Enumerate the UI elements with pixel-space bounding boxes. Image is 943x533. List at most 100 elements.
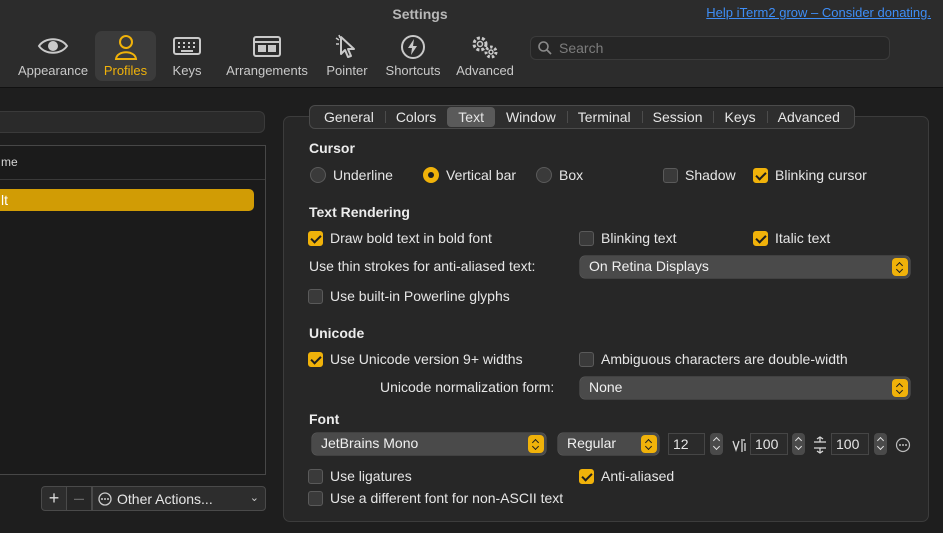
ligatures-label: Use ligatures xyxy=(330,468,412,484)
cursor-shadow-checkbox[interactable] xyxy=(663,168,678,183)
cursor-underline-label: Underline xyxy=(333,167,393,183)
profile-filter-input[interactable] xyxy=(0,111,265,133)
toolbar-item-shortcuts[interactable]: Shortcuts xyxy=(381,31,445,81)
normalization-select[interactable]: None xyxy=(580,377,910,399)
tab-text[interactable]: Text xyxy=(447,107,495,127)
blinking-text-checkbox[interactable] xyxy=(579,231,594,246)
profile-row-selected[interactable]: lt xyxy=(0,189,254,211)
select-arrows-icon xyxy=(892,258,908,276)
settings-window: Settings Help iTerm2 grow – Consider don… xyxy=(0,0,943,533)
toolbar-item-keys[interactable]: Keys xyxy=(162,31,212,81)
ambiguous-width-checkbox[interactable] xyxy=(579,352,594,367)
non-ascii-font-label: Use a different font for non-ASCII text xyxy=(330,490,564,506)
blinking-text-label: Blinking text xyxy=(601,230,677,246)
tab-session[interactable]: Session xyxy=(641,107,714,127)
eye-icon xyxy=(14,34,92,60)
anti-aliased-label: Anti-aliased xyxy=(601,468,675,484)
tab-window[interactable]: Window xyxy=(495,107,567,127)
donate-link[interactable]: Help iTerm2 grow – Consider donating. xyxy=(706,5,931,20)
cursor-underline-radio[interactable] xyxy=(310,167,326,183)
select-arrows-icon xyxy=(528,435,544,453)
normalization-value: None xyxy=(589,379,623,395)
cursor-vertical-bar-label: Vertical bar xyxy=(446,167,517,183)
font-size-value: 12 xyxy=(673,436,689,452)
powerline-glyphs-checkbox[interactable] xyxy=(308,289,323,304)
search-icon xyxy=(538,41,552,58)
anti-aliased-checkbox[interactable] xyxy=(579,469,594,484)
cursor-section-title: Cursor xyxy=(309,140,355,156)
unicode-version9-checkbox[interactable] xyxy=(308,352,323,367)
font-style-value: Regular xyxy=(567,435,617,451)
horizontal-spacing-value: 100 xyxy=(755,436,779,452)
powerline-glyphs-label: Use built-in Powerline glyphs xyxy=(330,288,510,304)
more-icon xyxy=(98,492,112,509)
tab-general[interactable]: General xyxy=(313,107,385,127)
more-options-icon[interactable] xyxy=(895,437,911,456)
italic-text-checkbox[interactable] xyxy=(753,231,768,246)
toolbar-label: Appearance xyxy=(17,63,89,78)
vertical-spacing-icon xyxy=(813,436,827,457)
tab-colors[interactable]: Colors xyxy=(384,107,447,127)
add-profile-button[interactable]: + xyxy=(41,486,67,511)
toolbar-label: Keys xyxy=(172,63,202,78)
windows-icon xyxy=(222,34,312,60)
toolbar-item-partial[interactable]: l xyxy=(0,31,4,81)
bold-font-checkbox[interactable] xyxy=(308,231,323,246)
cursor-vertical-bar-radio[interactable] xyxy=(423,167,439,183)
other-actions-label: Other Actions... xyxy=(117,491,213,507)
font-section-title: Font xyxy=(309,411,340,427)
thin-strokes-select[interactable]: On Retina Displays xyxy=(580,256,910,278)
toolbar-item-advanced[interactable]: Advanced xyxy=(452,31,518,81)
horizontal-spacing-field[interactable]: 100 xyxy=(750,433,788,455)
tab-terminal[interactable]: Terminal xyxy=(566,107,642,127)
bolt-icon xyxy=(381,34,445,60)
font-family-value: JetBrains Mono xyxy=(321,435,419,451)
thin-strokes-label: Use thin strokes for anti-aliased text: xyxy=(309,258,536,274)
vertical-spacing-stepper[interactable] xyxy=(874,433,887,455)
keyboard-icon xyxy=(162,34,212,60)
other-actions-button[interactable]: Other Actions... ⌄ xyxy=(92,486,266,511)
profile-tabs: General Colors Text Window Terminal Sess… xyxy=(309,105,855,129)
toolbar-label: Pointer xyxy=(326,63,368,78)
toolbar-item-profiles[interactable]: Profiles xyxy=(95,31,156,81)
unicode-version9-label: Use Unicode version 9+ widths xyxy=(330,351,523,367)
toolbar-label: Profiles xyxy=(103,63,148,78)
tab-keys[interactable]: Keys xyxy=(713,107,766,127)
bold-font-label: Draw bold text in bold font xyxy=(330,230,492,246)
horizontal-spacing-stepper[interactable] xyxy=(792,433,805,455)
select-arrows-icon xyxy=(892,379,908,397)
settings-search[interactable] xyxy=(530,36,890,60)
toolbar-item-appearance[interactable]: Appearance xyxy=(14,31,92,81)
font-size-field[interactable]: 12 xyxy=(668,433,705,455)
text-rendering-section-title: Text Rendering xyxy=(309,204,410,220)
toolbar-label: Shortcuts xyxy=(385,63,441,78)
normalization-label: Unicode normalization form: xyxy=(380,379,555,395)
select-arrows-icon xyxy=(641,435,657,453)
font-family-select[interactable]: JetBrains Mono xyxy=(312,433,546,455)
blinking-cursor-checkbox[interactable] xyxy=(753,168,768,183)
toolbar-label: Advanced xyxy=(456,63,514,78)
vertical-spacing-field[interactable]: 100 xyxy=(831,433,869,455)
remove-profile-button[interactable]: – xyxy=(67,486,92,511)
non-ascii-font-checkbox[interactable] xyxy=(308,491,323,506)
toolbar-item-arrangements[interactable]: Arrangements xyxy=(222,31,312,81)
cursor-box-radio[interactable] xyxy=(536,167,552,183)
font-size-stepper[interactable] xyxy=(710,433,723,455)
profile-list[interactable]: me lt xyxy=(0,145,266,475)
column-header-name: me xyxy=(1,155,18,169)
profile-name: lt xyxy=(1,192,8,208)
font-style-select[interactable]: Regular xyxy=(558,433,659,455)
blinking-cursor-label: Blinking cursor xyxy=(775,167,867,183)
profile-list-header[interactable]: me xyxy=(0,146,265,180)
search-input[interactable] xyxy=(559,39,879,57)
ambiguous-width-label: Ambiguous characters are double-width xyxy=(601,351,848,367)
gears-icon xyxy=(452,34,518,60)
tab-advanced[interactable]: Advanced xyxy=(766,107,851,127)
ligatures-checkbox[interactable] xyxy=(308,469,323,484)
italic-text-label: Italic text xyxy=(775,230,831,246)
toolbar-item-pointer[interactable]: Pointer xyxy=(322,31,372,81)
toolbar: Settings Help iTerm2 grow – Consider don… xyxy=(0,0,943,88)
thin-strokes-value: On Retina Displays xyxy=(589,258,709,274)
pointer-icon xyxy=(322,34,372,60)
cursor-box-label: Box xyxy=(559,167,584,183)
